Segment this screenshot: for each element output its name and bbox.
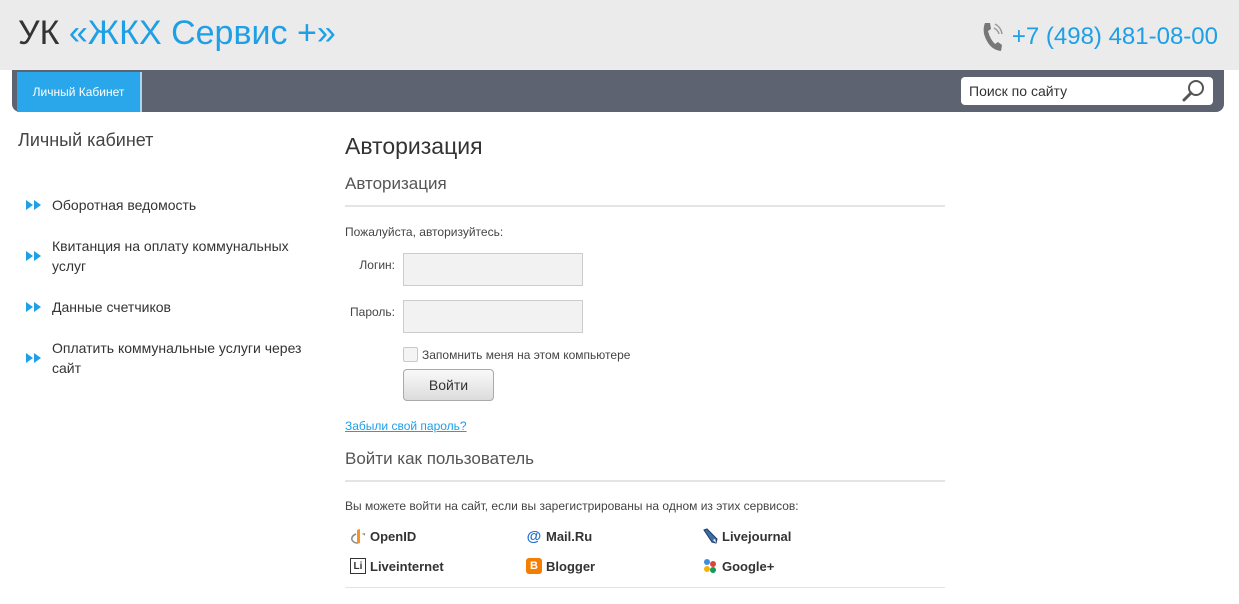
service-googleplus[interactable]: Google+ xyxy=(697,557,873,575)
social-services: OpenID @ Mail.Ru Livejournal Li Liveinte… xyxy=(345,527,945,588)
remember-me: Запомнить меня на этом компьютере xyxy=(403,347,945,362)
remember-label[interactable]: Запомнить меня на этом компьютере xyxy=(422,348,630,362)
sidebar-item-receipt[interactable]: Квитанция на оплату коммунальных услуг xyxy=(26,236,318,276)
password-label: Пароль: xyxy=(350,305,395,319)
page-title: Авторизация xyxy=(345,133,483,159)
double-arrow-icon xyxy=(26,200,41,210)
nav-tab-personal-cabinet[interactable]: Личный Кабинет xyxy=(17,72,142,112)
service-mailru[interactable]: @ Mail.Ru xyxy=(521,527,697,545)
site-logo[interactable]: УК «ЖКХ Сервис +» xyxy=(18,14,336,53)
phone-icon xyxy=(983,23,1003,51)
search-box xyxy=(961,77,1213,105)
double-arrow-icon xyxy=(26,251,41,261)
login-button[interactable]: Войти xyxy=(403,369,494,401)
forgot-password-link[interactable]: Забыли свой пароль? xyxy=(345,419,467,433)
service-label: Blogger xyxy=(546,558,596,574)
service-openid[interactable]: OpenID xyxy=(345,527,521,545)
sidebar-item-meters[interactable]: Данные счетчиков xyxy=(26,297,318,317)
double-arrow-icon xyxy=(26,302,41,312)
login-input[interactable] xyxy=(403,253,583,286)
social-hint: Вы можете войти на сайт, если вы зарегис… xyxy=(345,499,799,513)
remember-checkbox[interactable] xyxy=(403,347,418,362)
service-label: Liveinternet xyxy=(370,558,444,574)
liveinternet-icon: Li xyxy=(350,558,366,574)
service-label: OpenID xyxy=(370,528,417,544)
service-label: Mail.Ru xyxy=(546,528,593,544)
auth-hint: Пожалуйста, авторизуйтесь: xyxy=(345,225,504,239)
service-label: Google+ xyxy=(722,558,775,574)
double-arrow-icon xyxy=(26,353,41,363)
blogger-icon: B xyxy=(526,558,542,574)
openid-icon xyxy=(350,528,366,544)
service-livejournal[interactable]: Livejournal xyxy=(697,527,873,545)
brand-name: «ЖКХ Сервис +» xyxy=(68,14,336,52)
sidebar: Личный кабинет Оборотная ведомость Квита… xyxy=(18,130,318,378)
sidebar-item-label: Данные счетчиков xyxy=(52,299,171,315)
googleplus-icon xyxy=(702,558,718,574)
service-liveinternet[interactable]: Li Liveinternet xyxy=(345,557,521,575)
service-blogger[interactable]: B Blogger xyxy=(521,557,697,575)
section-title-auth: Авторизация xyxy=(345,174,945,207)
header-phone: +7 (498) 481-08-00 xyxy=(980,20,1218,54)
main-content: Авторизация Авторизация Пожалуйста, авто… xyxy=(345,133,945,588)
site-header: УК «ЖКХ Сервис +» +7 (498) 481-08-00 xyxy=(0,0,1239,70)
sidebar-item-label: Квитанция на оплату коммунальных услуг xyxy=(52,238,289,274)
sidebar-item-statement[interactable]: Оборотная ведомость xyxy=(26,195,318,215)
sidebar-item-label: Оплатить коммунальные услуги через сайт xyxy=(52,340,302,376)
password-input[interactable] xyxy=(403,300,583,333)
login-row: Логин: xyxy=(345,253,945,286)
login-label: Логин: xyxy=(359,258,395,272)
brand-prefix: УК xyxy=(18,14,60,52)
main-navbar: Личный Кабинет xyxy=(12,70,1224,112)
mailru-icon: @ xyxy=(526,527,542,545)
sidebar-item-label: Оборотная ведомость xyxy=(52,197,197,213)
section-title-social: Войти как пользователь xyxy=(345,449,945,482)
search-icon[interactable] xyxy=(1181,79,1207,103)
service-label: Livejournal xyxy=(722,528,792,544)
search-input[interactable] xyxy=(969,79,1181,103)
password-row: Пароль: xyxy=(345,300,945,333)
phone-number[interactable]: +7 (498) 481-08-00 xyxy=(1012,23,1218,51)
sidebar-item-pay-online[interactable]: Оплатить коммунальные услуги через сайт xyxy=(26,338,318,378)
livejournal-icon xyxy=(702,528,718,544)
sidebar-title: Личный кабинет xyxy=(18,130,154,150)
